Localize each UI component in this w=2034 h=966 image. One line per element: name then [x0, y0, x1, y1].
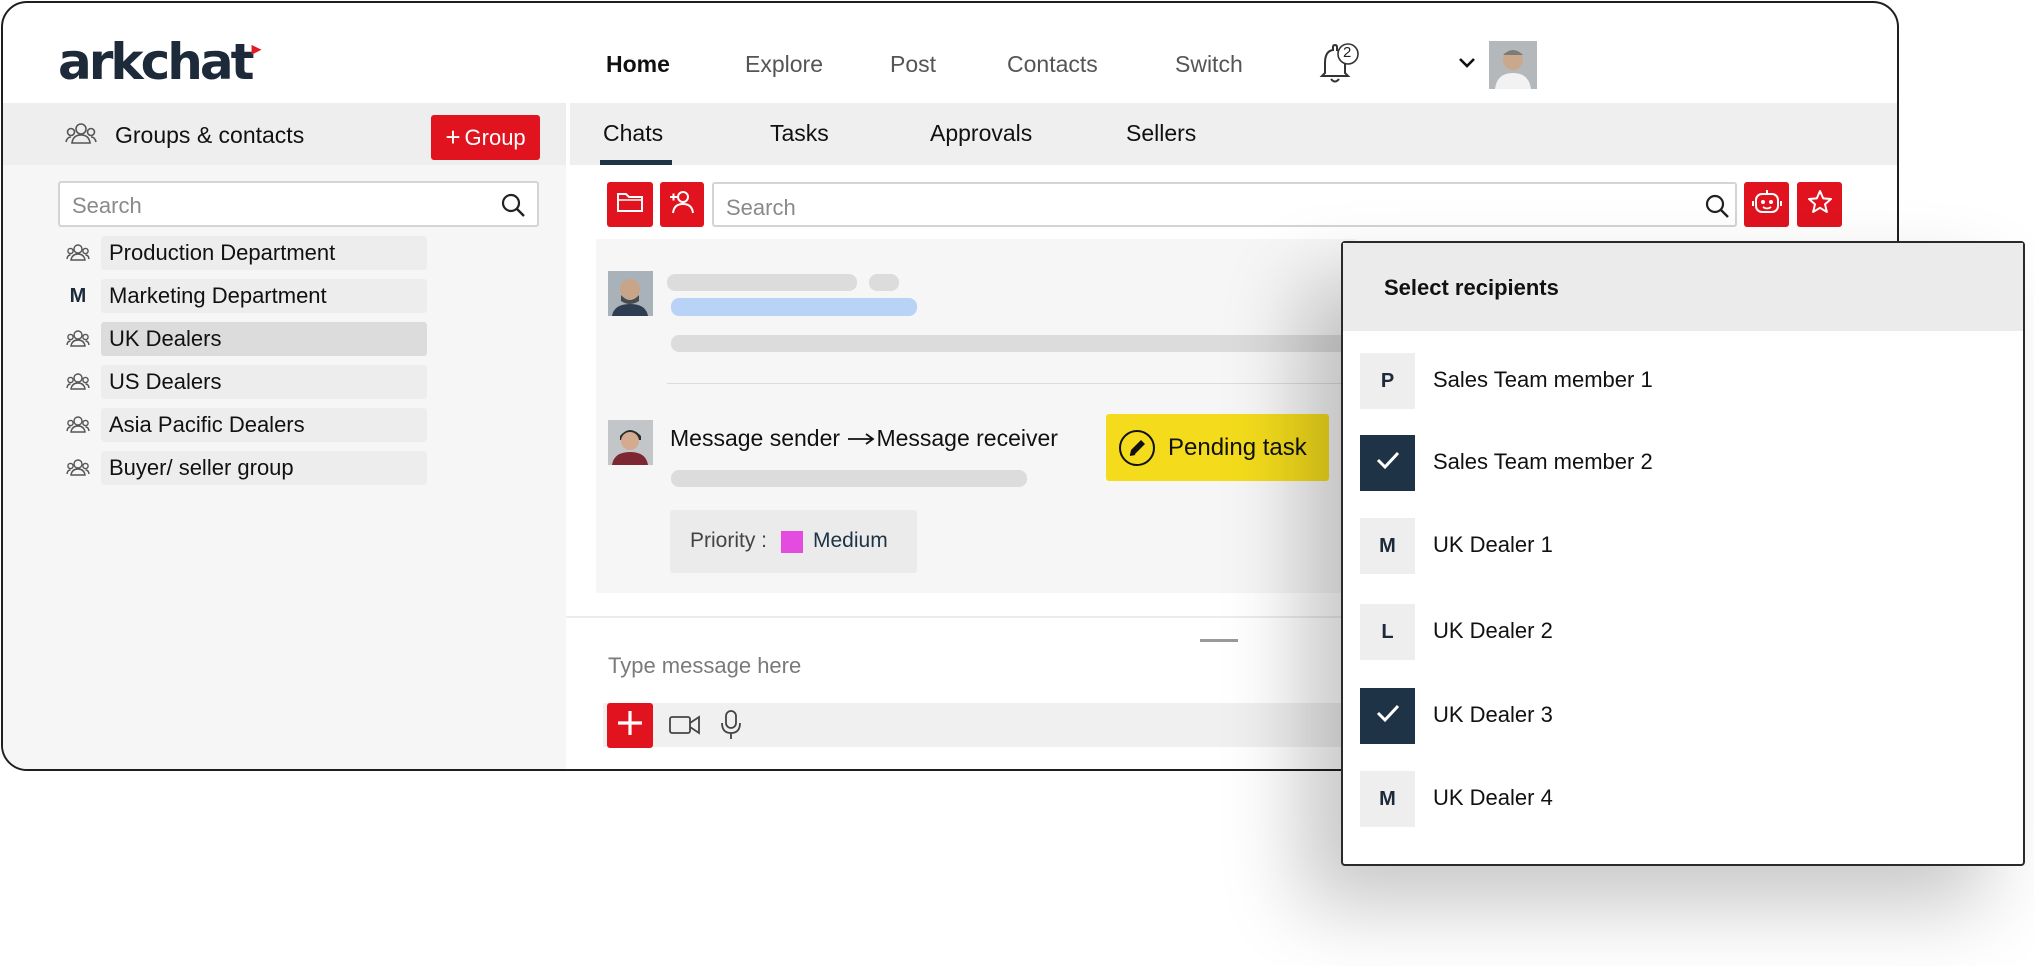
search-icon[interactable]: [1704, 193, 1730, 219]
priority-value: Medium: [813, 529, 888, 552]
robot-icon: [1751, 187, 1783, 222]
popup-header: Select recipients: [1343, 243, 2023, 331]
recipient-name: Sales Team member 2: [1433, 449, 1653, 474]
tab-chats[interactable]: Chats: [603, 120, 663, 147]
pending-task-badge[interactable]: Pending task: [1106, 414, 1329, 481]
message-input[interactable]: Type message here: [608, 653, 801, 679]
recipient-name: UK Dealer 2: [1433, 618, 1553, 643]
recipient-uk-dealer-3[interactable]: UK Dealer 3: [1360, 688, 2000, 744]
group-icon: [65, 326, 91, 352]
sidebar-item-production-department[interactable]: Production Department: [61, 236, 427, 270]
sidebar-item-buyer-seller-group[interactable]: Buyer/ seller group: [61, 451, 427, 485]
nav-contacts[interactable]: Contacts: [1007, 51, 1098, 78]
plus-icon: [615, 708, 645, 743]
microphone-icon[interactable]: [719, 709, 743, 741]
chat-search-input[interactable]: Search: [712, 182, 1737, 227]
sidebar-item-label: Buyer/ seller group: [101, 451, 427, 485]
message-sender[interactable]: Message sender: [670, 425, 840, 451]
sidebar-item-marketing-department[interactable]: M Marketing Department: [61, 279, 427, 313]
group-icon: [65, 369, 91, 395]
checkmark-icon: [1375, 450, 1401, 476]
initial-badge: M: [1360, 771, 1415, 827]
edit-pencil-icon: [1118, 429, 1156, 467]
chevron-down-icon[interactable]: [1456, 55, 1478, 71]
placeholder-bar: [671, 335, 1356, 352]
plus-icon: +: [445, 122, 461, 152]
placeholder-bar: [671, 470, 1027, 487]
checkmark-icon: [1375, 703, 1401, 729]
placeholder-link-bar: [671, 298, 917, 316]
nav-switch[interactable]: Switch: [1175, 51, 1243, 78]
recipient-uk-dealer-4[interactable]: M UK Dealer 4: [1360, 771, 2000, 827]
group-icon: [65, 412, 91, 438]
recipient-name: UK Dealer 4: [1433, 785, 1553, 810]
message-divider: [667, 383, 1356, 384]
initial-badge: M: [69, 284, 87, 307]
sender-avatar[interactable]: [608, 420, 653, 465]
search-icon[interactable]: [500, 192, 526, 218]
tab-sellers[interactable]: Sellers: [1126, 120, 1196, 147]
resize-handle[interactable]: [1200, 639, 1238, 642]
tab-approvals[interactable]: Approvals: [930, 120, 1032, 147]
priority-label: Priority :: [690, 529, 768, 552]
checkbox-checked[interactable]: [1360, 435, 1415, 491]
priority-color-swatch: [781, 531, 803, 553]
groups-icon: [65, 121, 97, 147]
add-group-button[interactable]: + Group: [431, 115, 540, 160]
sidebar-item-uk-dealers[interactable]: UK Dealers: [61, 322, 427, 356]
group-icon: [65, 240, 91, 266]
recipient-uk-dealer-1[interactable]: M UK Dealer 1: [1360, 518, 2000, 574]
sidebar-item-label: Production Department: [101, 236, 427, 270]
folder-icon: [616, 190, 644, 219]
sidebar-item-label: Asia Pacific Dealers: [101, 408, 427, 442]
nav-explore[interactable]: Explore: [745, 51, 823, 78]
select-recipients-popup: Select recipients P Sales Team member 1 …: [1341, 241, 2025, 866]
arkchat-logo[interactable]: arkchat▸: [58, 33, 262, 91]
recipient-sales-team-member-2[interactable]: Sales Team member 2: [1360, 435, 2000, 491]
star-icon: [1806, 188, 1834, 221]
checkbox-checked[interactable]: [1360, 688, 1415, 744]
nav-post[interactable]: Post: [890, 51, 936, 78]
initial-badge: M: [1360, 518, 1415, 574]
recipient-name: UK Dealer 1: [1433, 532, 1553, 557]
nav-home[interactable]: Home: [606, 51, 670, 78]
group-icon: [65, 455, 91, 481]
priority-box: Priority : Medium: [670, 510, 917, 573]
message-header: Message sender Message receiver: [670, 425, 1058, 452]
sidebar-title: Groups & contacts: [115, 122, 305, 148]
active-tab-indicator: [600, 160, 672, 165]
starred-button[interactable]: [1797, 182, 1842, 227]
recipient-name: UK Dealer 3: [1433, 702, 1553, 727]
sidebar-item-asia-pacific-dealers[interactable]: Asia Pacific Dealers: [61, 408, 427, 442]
sidebar-search-input[interactable]: Search: [58, 181, 539, 227]
add-user-icon: [668, 189, 696, 220]
recipient-sales-team-member-1[interactable]: P Sales Team member 1: [1360, 353, 2000, 409]
sidebar-item-label: US Dealers: [101, 365, 427, 399]
message-receiver[interactable]: Message receiver: [876, 425, 1058, 451]
sidebar-item-label: UK Dealers: [101, 322, 427, 356]
sidebar-item-label: Marketing Department: [101, 279, 427, 313]
recipient-uk-dealer-2[interactable]: L UK Dealer 2: [1360, 604, 2000, 660]
composer-toolbar: [603, 703, 1363, 747]
add-contact-button[interactable]: [660, 182, 704, 227]
popup-title: Select recipients: [1384, 275, 1559, 300]
video-camera-icon[interactable]: [668, 711, 702, 739]
user-avatar[interactable]: [1489, 41, 1537, 89]
arrow-right-icon: [846, 425, 876, 452]
initial-badge: P: [1360, 353, 1415, 409]
notification-bell-icon[interactable]: 2: [1315, 41, 1361, 85]
initial-badge: L: [1360, 604, 1415, 660]
notification-count: 2: [1343, 44, 1352, 61]
recipient-name: Sales Team member 1: [1433, 367, 1653, 392]
attach-button[interactable]: [607, 703, 653, 748]
tab-tasks[interactable]: Tasks: [770, 120, 829, 147]
placeholder-bar: [869, 274, 899, 291]
folder-button[interactable]: [607, 182, 653, 227]
placeholder-bar: [667, 274, 857, 291]
contact-avatar[interactable]: [608, 271, 653, 316]
bot-button[interactable]: [1744, 182, 1789, 227]
sidebar-item-us-dealers[interactable]: US Dealers: [61, 365, 427, 399]
